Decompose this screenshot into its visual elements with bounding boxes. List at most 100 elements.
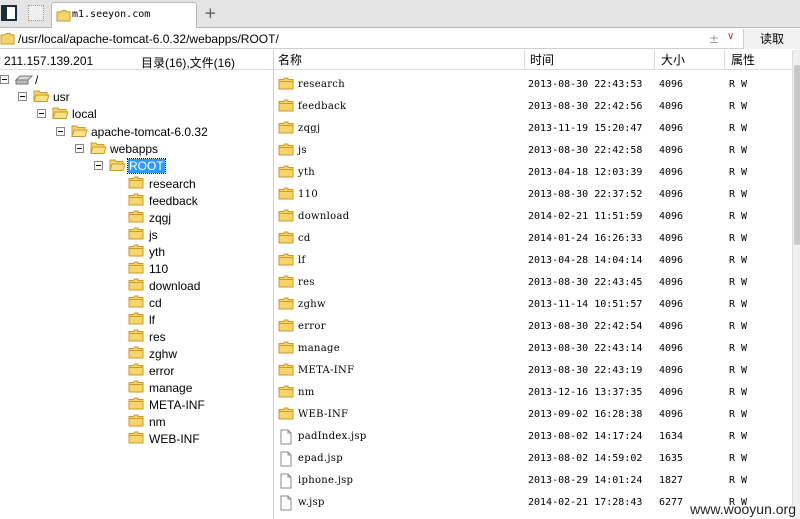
path-input[interactable]: /usr/local/apache-tomcat-6.0.32/webapps/… xyxy=(18,32,279,46)
drive-icon xyxy=(15,75,33,85)
blank-page-icon[interactable] xyxy=(28,5,44,21)
file-size: 4096 xyxy=(659,145,684,156)
table-row[interactable]: cd 2014-01-24 16:26:33 4096 R W xyxy=(274,228,792,250)
collapse-toggle[interactable] xyxy=(37,109,46,118)
file-size: 4096 xyxy=(659,233,684,244)
table-row[interactable]: research 2013-08-30 22:43:53 4096 R W xyxy=(274,74,792,96)
folder-icon xyxy=(278,99,294,115)
tree-label: / xyxy=(35,73,39,87)
column-divider[interactable] xyxy=(524,50,525,70)
table-row[interactable]: 110 2013-08-30 22:37:52 4096 R W xyxy=(274,184,792,206)
file-attr: R W xyxy=(729,299,748,310)
folder-icon xyxy=(278,297,294,313)
collapse-toggle[interactable] xyxy=(18,92,27,101)
file-time: 2013-08-30 22:42:56 xyxy=(528,101,643,112)
file-attr: R W xyxy=(729,321,748,332)
file-attr: R W xyxy=(729,277,748,288)
column-name[interactable]: 名称 xyxy=(274,50,302,70)
tree-label: apache-tomcat-6.0.32 xyxy=(91,125,208,139)
directory-tree: / usr local apache-tomcat-6.0.32 webapps… xyxy=(0,71,273,519)
file-name: padIndex.jsp xyxy=(298,431,367,442)
chevron-down-icon[interactable]: ∨ xyxy=(727,31,734,42)
file-name: w.jsp xyxy=(298,497,325,508)
table-row[interactable]: META-INF 2013-08-30 22:43:19 4096 R W xyxy=(274,360,792,382)
tab-bar: m1.seeyon.com + xyxy=(0,0,800,28)
table-row[interactable]: nm 2013-12-16 13:37:35 4096 R W xyxy=(274,382,792,404)
table-row[interactable]: yth 2013-04-18 12:03:39 4096 R W xyxy=(274,162,792,184)
file-name: META-INF xyxy=(298,365,355,376)
file-name: js xyxy=(298,145,307,156)
watermark-text: www.wooyun.org xyxy=(690,501,796,517)
collapse-toggle[interactable] xyxy=(56,127,65,136)
file-attr: R W xyxy=(729,79,748,90)
folder-icon xyxy=(128,176,144,192)
table-row[interactable]: WEB-INF 2013-09-02 16:28:38 4096 R W xyxy=(274,404,792,426)
file-size: 4096 xyxy=(659,321,684,332)
file-attr: R W xyxy=(729,211,748,222)
folder-icon xyxy=(128,346,144,362)
file-name: feedback xyxy=(298,101,347,112)
table-row[interactable]: zqgj 2013-11-19 15:20:47 4096 R W xyxy=(274,118,792,140)
folder-icon xyxy=(128,227,144,243)
tree-label: webapps xyxy=(110,142,159,156)
table-row[interactable]: feedback 2013-08-30 22:42:56 4096 R W xyxy=(274,96,792,118)
file-name: lf xyxy=(298,255,306,266)
file-icon xyxy=(278,495,294,514)
column-divider[interactable] xyxy=(724,50,725,70)
scrollbar[interactable] xyxy=(792,50,800,519)
column-time[interactable]: 时间 xyxy=(526,50,554,70)
file-size: 4096 xyxy=(659,387,684,398)
plus-minus-icon[interactable]: ± xyxy=(709,32,719,46)
tree-label: error xyxy=(149,364,175,378)
file-name: research xyxy=(298,79,345,90)
column-size[interactable]: 大小 xyxy=(657,50,685,70)
address-bar: /usr/local/apache-tomcat-6.0.32/webapps/… xyxy=(0,29,800,49)
scrollbar-thumb[interactable] xyxy=(794,65,800,245)
folder-icon xyxy=(128,397,144,413)
column-attr[interactable]: 属性 xyxy=(727,50,755,70)
new-tab-button[interactable]: + xyxy=(204,5,217,21)
file-attr: R W xyxy=(729,255,748,266)
folder-icon xyxy=(278,187,294,203)
folder-open-icon xyxy=(33,90,50,102)
tree-label-selected: ROOT xyxy=(127,158,166,174)
tree-label: 110 xyxy=(149,262,169,276)
table-row[interactable]: manage 2013-08-30 22:43:14 4096 R W xyxy=(274,338,792,360)
panel-toggle-icon[interactable] xyxy=(1,5,17,21)
collapse-toggle[interactable] xyxy=(94,161,103,170)
file-name: manage xyxy=(298,343,340,354)
file-name: 110 xyxy=(298,189,318,200)
table-row[interactable]: error 2013-08-30 22:42:54 4096 R W xyxy=(274,316,792,338)
table-row[interactable]: epad.jsp 2013-08-02 14:59:02 1635 R W xyxy=(274,448,792,470)
folder-icon xyxy=(56,10,71,22)
folder-icon xyxy=(278,407,294,423)
read-button[interactable]: 读取 xyxy=(743,29,800,49)
file-attr: R W xyxy=(729,409,748,420)
file-size: 4096 xyxy=(659,211,684,222)
table-row[interactable]: padIndex.jsp 2013-08-02 14:17:24 1634 R W xyxy=(274,426,792,448)
folder-icon xyxy=(278,253,294,269)
folder-icon xyxy=(278,319,294,335)
table-row[interactable]: download 2014-02-21 11:51:59 4096 R W xyxy=(274,206,792,228)
column-header: 名称 时间 大小 属性 xyxy=(274,50,800,70)
collapse-toggle[interactable] xyxy=(0,75,9,84)
file-attr: R W xyxy=(729,365,748,376)
column-divider[interactable] xyxy=(654,50,655,70)
file-attr: R W xyxy=(729,387,748,398)
table-row[interactable]: iphone.jsp 2013-08-29 14:01:24 1827 R W xyxy=(274,470,792,492)
tree-label: nm xyxy=(149,415,166,429)
tree-label: lf xyxy=(149,313,155,327)
folder-open-icon xyxy=(90,142,107,154)
file-attr: R W xyxy=(729,101,748,112)
folder-icon xyxy=(128,193,144,209)
collapse-toggle[interactable] xyxy=(75,144,84,153)
tree-label: research xyxy=(149,177,196,191)
table-row[interactable]: js 2013-08-30 22:42:58 4096 R W xyxy=(274,140,792,162)
table-row[interactable]: lf 2013-04-28 14:04:14 4096 R W xyxy=(274,250,792,272)
tab-site[interactable]: m1.seeyon.com xyxy=(51,2,197,28)
file-time: 2013-08-02 14:59:02 xyxy=(528,453,643,464)
file-time: 2013-08-02 14:17:24 xyxy=(528,431,643,442)
table-row[interactable]: res 2013-08-30 22:43:45 4096 R W xyxy=(274,272,792,294)
table-row[interactable]: zghw 2013-11-14 10:51:57 4096 R W xyxy=(274,294,792,316)
file-size: 4096 xyxy=(659,365,684,376)
